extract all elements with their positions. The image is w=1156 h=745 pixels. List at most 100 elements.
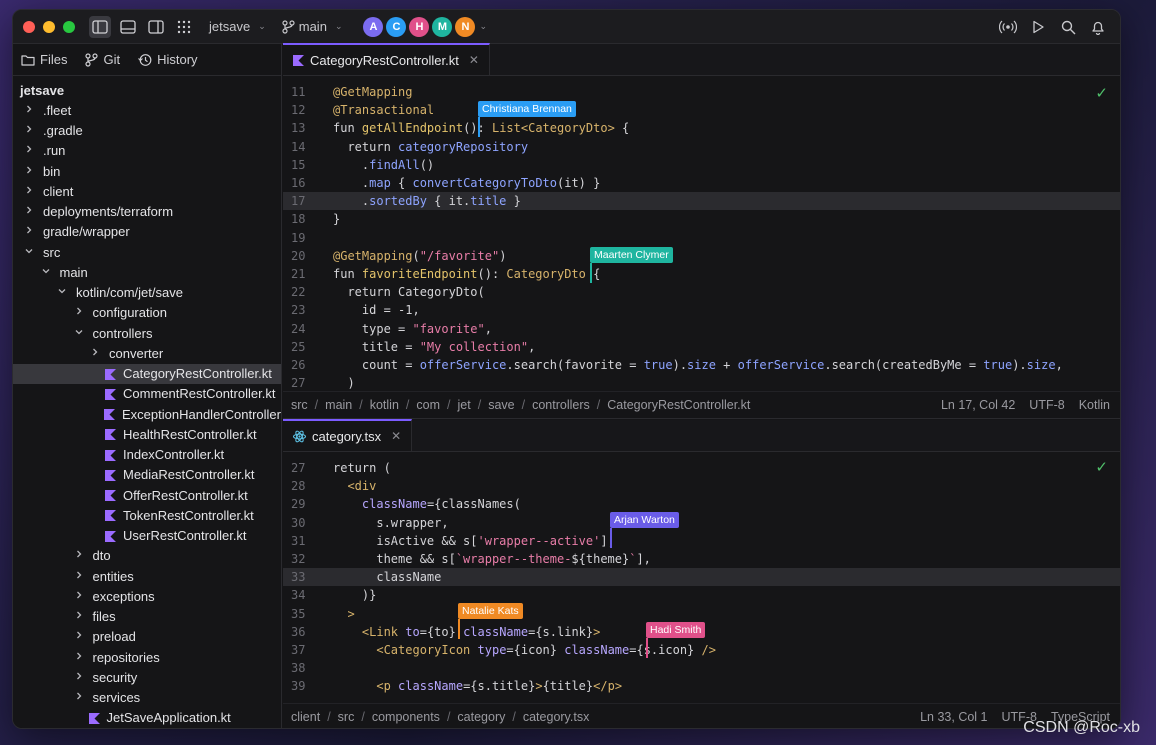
code-line[interactable]: 29 className={classNames( [283,495,1120,513]
tree-file[interactable]: CommentRestController.kt [13,384,281,404]
branch-selector[interactable]: main ⌄ [282,19,342,34]
breadcrumb-item[interactable]: category.tsx [523,710,589,724]
breadcrumb-item[interactable]: main [325,398,352,412]
chevron-down-icon[interactable] [71,327,87,340]
tree-file[interactable]: UserRestController.kt [13,526,281,546]
code-line[interactable]: 26 count = offerService.search(favorite … [283,356,1120,374]
collaborators[interactable]: ACHMN [360,16,476,37]
code-line[interactable]: 13 fun getAllEndpoint(): List<CategoryDto… [283,119,1120,137]
run-icon[interactable] [1028,17,1048,37]
code-view-top[interactable]: 11 @GetMapping 12 @Transactional 13 fun getAl… [283,76,1120,392]
tab-git[interactable]: Git [85,52,120,67]
tree-folder[interactable]: files [13,607,281,627]
breadcrumb-item[interactable]: save [488,398,514,412]
code-line[interactable]: 17 .sortedBy { it.title } [283,192,1120,211]
chevron-down-icon[interactable] [54,286,70,299]
chevron-right-icon[interactable] [71,651,87,664]
code-line[interactable]: 15 .findAll() [283,156,1120,174]
project-selector[interactable]: jetsave ⌄ [209,19,266,34]
breadcrumb-item[interactable]: com [416,398,440,412]
code-line[interactable]: 31 isActive && s['wrapper--active'], [283,532,1120,550]
maximize-window-button[interactable] [63,20,75,33]
breadcrumb-item[interactable]: controllers [532,398,590,412]
chevron-right-icon[interactable] [71,610,87,623]
chevron-right-icon[interactable] [21,165,37,178]
tree-folder[interactable]: bin [13,161,281,181]
code-line[interactable]: 30 s.wrapper, [283,514,1120,532]
tree-folder[interactable]: deployments/terraform [13,202,281,222]
code-line[interactable]: 33 className [283,568,1120,587]
avatar[interactable]: H [409,16,430,37]
chevron-right-icon[interactable] [21,185,37,198]
breadcrumb-item[interactable]: CategoryRestController.kt [607,398,750,412]
broadcast-icon[interactable] [998,17,1018,37]
chevron-right-icon[interactable] [21,225,37,238]
code-line[interactable]: 35 > [283,605,1120,623]
tree-folder[interactable]: .gradle [13,121,281,141]
code-line[interactable]: 25 title = "My collection", [283,338,1120,356]
file-encoding[interactable]: UTF-8 [1029,398,1064,412]
tree-folder[interactable]: converter [13,343,281,363]
grid-icon[interactable] [173,16,195,38]
avatar[interactable]: N [455,16,476,37]
code-line[interactable]: 19 [283,229,1120,247]
tree-file[interactable]: OfferRestController.kt [13,485,281,505]
chevron-right-icon[interactable] [71,570,87,583]
chevron-right-icon[interactable] [71,306,87,319]
chevron-right-icon[interactable] [21,144,37,157]
chevron-right-icon[interactable] [71,549,87,562]
code-line[interactable]: 21 fun favoriteEndpoint(): CategoryDto { [283,265,1120,283]
search-icon[interactable] [1058,17,1078,37]
chevron-right-icon[interactable] [21,104,37,117]
code-view-bottom[interactable]: 27 return (28 <div 29 className={className… [283,452,1120,695]
file-tab-tsx[interactable]: category.tsx ✕ [283,419,413,451]
tree-file[interactable]: MediaRestController.kt [13,465,281,485]
breadcrumb-item[interactable]: client [291,710,320,724]
tree-file[interactable]: HealthRestController.kt [13,424,281,444]
tree-folder[interactable]: .run [13,141,281,161]
chevron-down-icon[interactable]: ⌄ [479,21,487,32]
code-line[interactable]: 22 return CategoryDto( [283,283,1120,301]
avatar[interactable]: C [386,16,407,37]
tree-folder[interactable]: .fleet [13,100,281,120]
cursor-position[interactable]: Ln 17, Col 42 [941,398,1015,412]
breadcrumb-item[interactable]: src [291,398,308,412]
tree-folder[interactable]: security [13,667,281,687]
tree-folder[interactable]: services [13,688,281,708]
code-line[interactable]: 24 type = "favorite", [283,319,1120,337]
tree-folder[interactable]: exceptions [13,586,281,606]
tree-file[interactable]: TokenRestController.kt [13,505,281,525]
sidebar-right-icon[interactable] [145,16,167,38]
code-line[interactable]: 11 @GetMapping [283,83,1120,101]
tree-root[interactable]: jetsave [13,80,281,100]
code-line[interactable]: 16 .map { convertCategoryToDto(it) } [283,174,1120,192]
chevron-right-icon[interactable] [71,691,87,704]
code-line[interactable]: 27 return ( [283,459,1120,477]
code-line[interactable]: 27 ) [283,374,1120,392]
code-line[interactable]: 20 @GetMapping("/favorite") [283,247,1120,265]
bell-icon[interactable] [1088,17,1108,37]
sidebar-left-icon[interactable] [89,15,111,38]
code-line[interactable]: 28 <div [283,477,1120,495]
close-icon[interactable]: ✕ [469,53,479,67]
tree-file[interactable]: ExceptionHandlerController [13,404,281,424]
avatar[interactable]: A [363,16,384,37]
breadcrumb-item[interactable]: jet [458,398,471,412]
tab-files[interactable]: Files [21,52,67,67]
breadcrumb-item[interactable]: kotlin [370,398,399,412]
tree-folder[interactable]: controllers [13,323,281,343]
chevron-right-icon[interactable] [21,205,37,218]
code-line[interactable]: 12 @Transactional [283,101,1120,119]
tree-file[interactable]: JetSaveApplication.kt [13,708,281,728]
chevron-down-icon[interactable] [38,266,54,279]
tree-folder[interactable]: preload [13,627,281,647]
close-icon[interactable]: ✕ [391,429,401,443]
avatar[interactable]: M [432,16,453,37]
tree-folder[interactable]: entities [13,566,281,586]
minimize-window-button[interactable] [43,20,55,33]
code-line[interactable]: 38 [283,659,1120,677]
chevron-right-icon[interactable] [71,590,87,603]
close-window-button[interactable] [23,20,35,33]
tree-folder[interactable]: kotlin/com/jet/save [13,283,281,303]
chevron-down-icon[interactable] [21,246,37,259]
